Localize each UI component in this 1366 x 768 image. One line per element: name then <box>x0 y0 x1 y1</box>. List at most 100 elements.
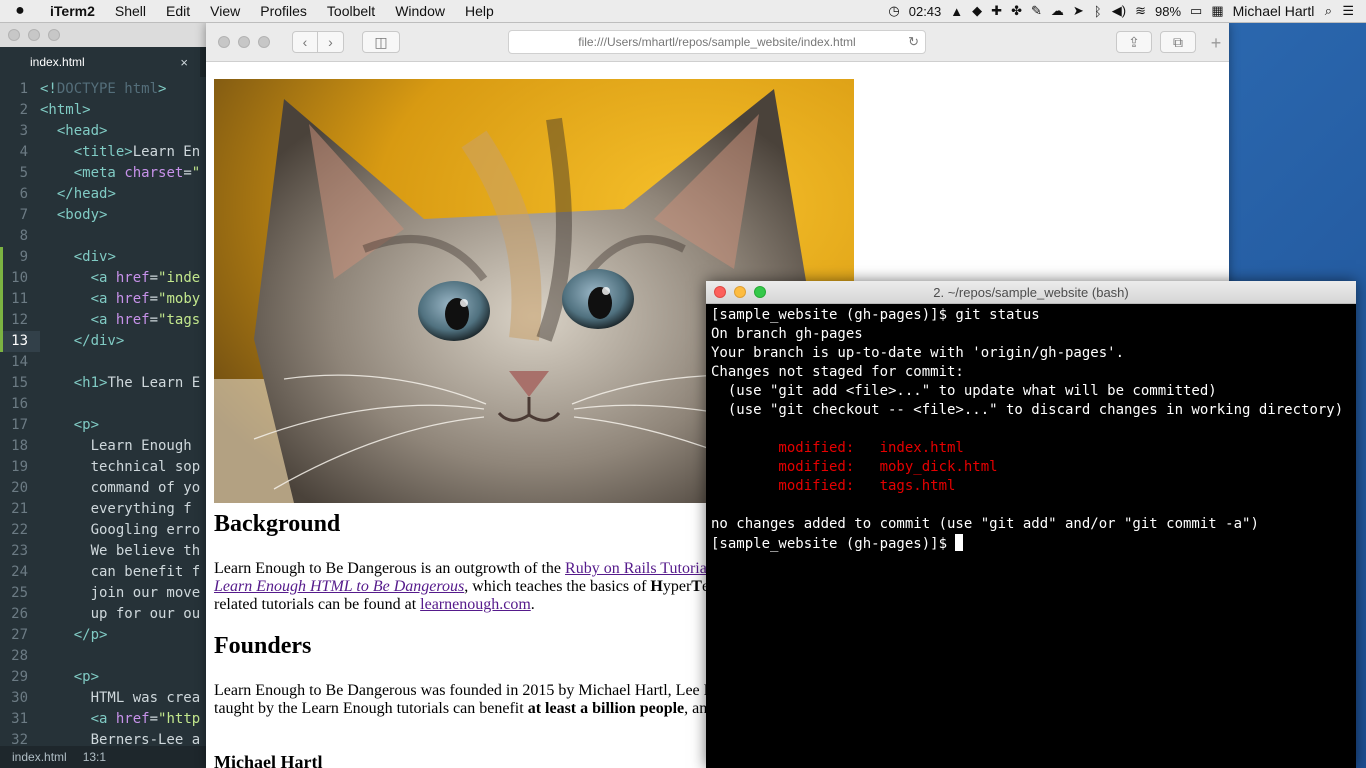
volume-icon[interactable]: ◀) <box>1112 3 1126 19</box>
fast-forward-icon[interactable]: ➤ <box>1073 3 1084 19</box>
menu-view[interactable]: View <box>200 3 250 19</box>
line-number: 23 <box>11 543 28 559</box>
battery-percent[interactable]: 98% <box>1155 4 1181 19</box>
share-button[interactable]: ⇪ <box>1116 31 1152 53</box>
code-line[interactable]: 30 HTML was crea <box>0 688 215 709</box>
editor-titlebar <box>0 23 215 47</box>
code-line[interactable]: 3 <head> <box>0 121 215 142</box>
apple-icon[interactable]: ● <box>0 2 40 20</box>
drive-icon[interactable]: ▲ <box>950 4 963 19</box>
terminal-window[interactable]: 2. ~/repos/sample_website (bash) [sample… <box>706 281 1356 768</box>
reload-icon[interactable]: ↻ <box>908 34 919 50</box>
code-text: up for our ou <box>40 606 201 622</box>
code-line[interactable]: 26 up for our ou <box>0 604 215 625</box>
code-line[interactable]: 10 <a href="inde <box>0 268 215 289</box>
menu-profiles[interactable]: Profiles <box>250 3 317 19</box>
code-area[interactable]: 1 <!DOCTYPE html> 2 <html> 3 <head> 4 <title>… <box>0 79 215 746</box>
clock-text[interactable]: 02:43 <box>909 4 942 19</box>
code-line[interactable]: 27 </p> <box>0 625 215 646</box>
line-number: 21 <box>11 501 28 517</box>
code-line[interactable]: 13 </div> <box>0 331 215 352</box>
code-line[interactable]: 9 <div> <box>0 247 215 268</box>
code-line[interactable]: 15 <h1>The Learn E <box>0 373 215 394</box>
menu-shell[interactable]: Shell <box>105 3 156 19</box>
line-number: 1 <box>19 81 28 97</box>
code-line[interactable]: 2 <html> <box>0 100 215 121</box>
code-line[interactable]: 16 <box>0 394 215 415</box>
code-text: We believe th <box>40 543 201 559</box>
dropbox-icon[interactable]: ◆ <box>972 3 982 19</box>
code-line[interactable]: 5 <meta charset=" <box>0 163 215 184</box>
code-line[interactable]: 6 </head> <box>0 184 215 205</box>
code-text: Berners-Lee a <box>40 732 201 746</box>
learnenough-link[interactable]: learnenough.com <box>420 596 531 613</box>
paw-icon[interactable]: ✤ <box>1011 3 1022 19</box>
user-name[interactable]: Michael Hartl <box>1233 3 1315 19</box>
code-line[interactable]: 32 Berners-Lee a <box>0 730 215 746</box>
code-line[interactable]: 4 <title>Learn En <box>0 142 215 163</box>
code-line[interactable]: 11 <a href="moby <box>0 289 215 310</box>
pen-icon[interactable]: ✎ <box>1031 3 1042 19</box>
code-line[interactable]: 21 everything f <box>0 499 215 520</box>
search-icon[interactable]: ⌕ <box>1323 3 1333 19</box>
cloud-icon[interactable]: ☁ <box>1051 3 1064 19</box>
menu-edit[interactable]: Edit <box>156 3 200 19</box>
code-line[interactable]: 12 <a href="tags <box>0 310 215 331</box>
code-text: </head> <box>56 186 116 202</box>
code-line[interactable]: 1 <!DOCTYPE html> <box>0 79 215 100</box>
menu-help[interactable]: Help <box>455 3 504 19</box>
zoom-window-button[interactable] <box>48 29 60 41</box>
wifi-icon[interactable]: ≋ <box>1135 3 1146 19</box>
forward-button[interactable]: › <box>318 31 344 53</box>
tabs-button[interactable]: ⧉ <box>1160 31 1196 53</box>
code-line[interactable]: 24 can benefit f <box>0 562 215 583</box>
plus-icon[interactable]: ✚ <box>991 3 1002 19</box>
close-icon[interactable]: × <box>180 55 188 70</box>
battery-icon[interactable]: ▭ <box>1190 3 1202 19</box>
line-number: 18 <box>11 438 28 454</box>
calendar-icon[interactable]: ▦ <box>1211 3 1223 19</box>
code-line[interactable]: 20 command of yo <box>0 478 215 499</box>
code-line[interactable]: 18 Learn Enough <box>0 436 215 457</box>
code-line[interactable]: 7 <body> <box>0 205 215 226</box>
list-icon[interactable]: ☰ <box>1342 3 1354 19</box>
code-text: <h1>The Learn E <box>73 375 201 391</box>
menu-toolbelt[interactable]: Toolbelt <box>317 3 385 19</box>
line-number: 25 <box>11 585 28 601</box>
terminal-output[interactable]: [sample_website (gh-pages)]$ git status O… <box>706 304 1356 555</box>
code-line[interactable]: 29 <p> <box>0 667 215 688</box>
clock-icon[interactable]: ◷ <box>888 3 899 19</box>
menu-window[interactable]: Window <box>385 3 455 19</box>
code-text: </p> <box>73 627 108 643</box>
code-line[interactable]: 19 technical sop <box>0 457 215 478</box>
code-line[interactable]: 31 <a href="http <box>0 709 215 730</box>
code-line[interactable]: 22 Googling erro <box>0 520 215 541</box>
code-line[interactable]: 28 <box>0 646 215 667</box>
code-line[interactable]: 14 <box>0 352 215 373</box>
menu-app-name[interactable]: iTerm2 <box>40 3 105 19</box>
address-bar[interactable]: file:///Users/mhartl/repos/sample_websit… <box>508 30 926 54</box>
line-number: 12 <box>0 310 40 331</box>
terminal-line: Changes not staged for commit: <box>711 363 1351 382</box>
zoom-window-button[interactable] <box>258 36 270 48</box>
editor-tab[interactable]: index.html × <box>0 47 200 77</box>
html-tutorial-link[interactable]: Learn Enough HTML to Be Dangerous <box>214 578 464 595</box>
bold-h: H <box>650 578 663 595</box>
code-text: <p> <box>73 417 100 433</box>
terminal-line-text: Changes not staged for commit: <box>711 364 964 380</box>
new-tab-button[interactable]: + <box>1206 33 1226 53</box>
close-window-button[interactable] <box>218 36 230 48</box>
code-line[interactable]: 25 join our move <box>0 583 215 604</box>
rails-tutorial-link[interactable]: Ruby on Rails Tutoria <box>565 560 707 577</box>
minimize-window-button[interactable] <box>28 29 40 41</box>
close-window-button[interactable] <box>8 29 20 41</box>
editor-tab-title: index.html <box>30 55 85 69</box>
bluetooth-icon[interactable]: ᛒ <box>1093 4 1103 19</box>
sidebar-button[interactable]: ◫ <box>362 31 400 53</box>
code-line[interactable]: 23 We believe th <box>0 541 215 562</box>
code-line[interactable]: 17 <p> <box>0 415 215 436</box>
code-line[interactable]: 8 <box>0 226 215 247</box>
back-button[interactable]: ‹ <box>292 31 318 53</box>
minimize-window-button[interactable] <box>238 36 250 48</box>
